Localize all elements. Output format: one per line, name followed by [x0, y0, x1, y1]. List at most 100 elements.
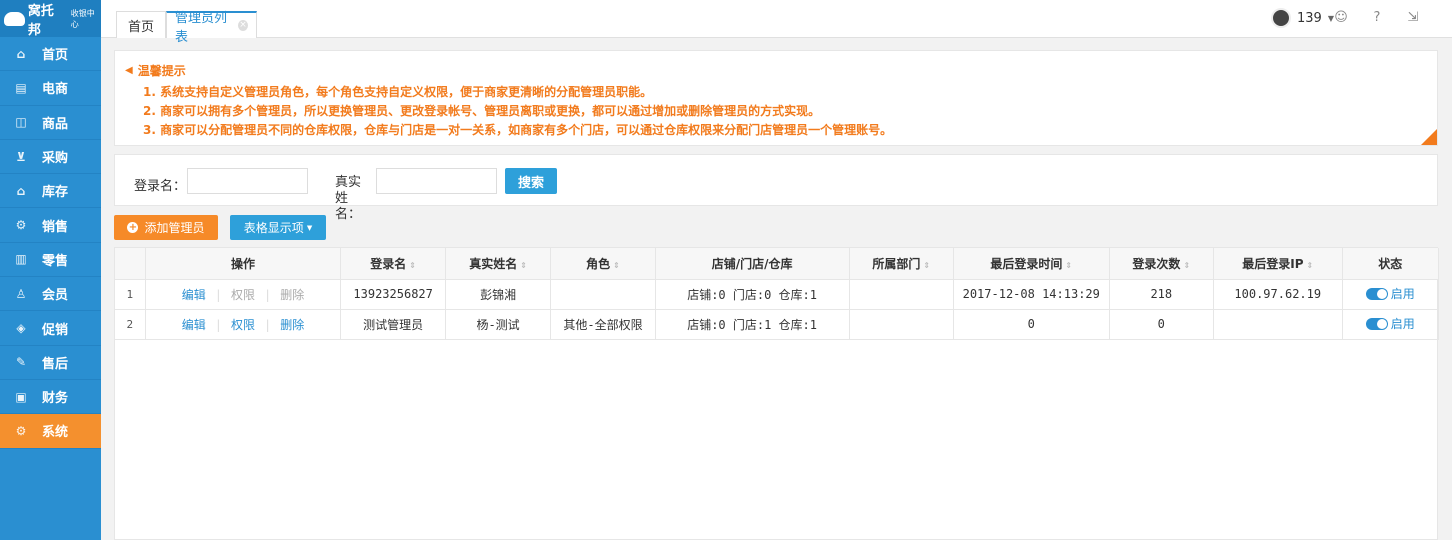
close-icon[interactable]: ×: [238, 20, 248, 31]
sidebar-item-label: 采购: [42, 151, 69, 167]
header-label: 店铺/门店/仓库: [711, 256, 793, 271]
header-store: 店铺/门店/仓库: [655, 248, 850, 280]
header-label: 登录名: [370, 256, 407, 271]
edit-link[interactable]: 编辑: [182, 318, 206, 332]
sidebar-item-home[interactable]: ⌂ 首页: [0, 37, 101, 72]
status-toggle[interactable]: 启用: [1365, 285, 1415, 302]
sidebar-item-label: 零售: [42, 253, 69, 269]
pen-icon: ✎: [15, 355, 27, 370]
add-admin-label: 添加管理员: [144, 221, 205, 235]
cell-role: [550, 279, 656, 310]
tip-line-1: 1. 系统支持自定义管理员角色，每个角色支持自定义权限，便于商家更清晰的分配管理…: [143, 85, 653, 99]
sidebar-item-promotion[interactable]: ◈ 促销: [0, 311, 101, 346]
cell-store: 店铺:0 门店:0 仓库:1: [655, 279, 850, 310]
user-menu[interactable]: 139 ▼: [1271, 8, 1334, 28]
header-ops: 操作: [145, 248, 342, 280]
sidebar-item-aftersale[interactable]: ✎ 售后: [0, 346, 101, 380]
header-label: 登录次数: [1132, 256, 1181, 271]
header-label: 最后登录时间: [990, 256, 1063, 271]
sidebar-item-retail[interactable]: ▥ 零售: [0, 243, 101, 278]
wallet-icon: ▣: [15, 389, 27, 404]
table-columns-button[interactable]: 表格显示项 ▼: [230, 215, 326, 240]
tip-panel: ◀ 温馨提示 1. 系统支持自定义管理员角色，每个角色支持自定义权限，便于商家更…: [114, 50, 1438, 146]
sidebar-item-sales[interactable]: ⚙ 销售: [0, 208, 101, 243]
gear-icon: ⚙: [15, 218, 27, 233]
cell-last-time: 0: [953, 309, 1110, 340]
sort-icon: ⇕: [520, 260, 527, 270]
help-icon[interactable]: ?: [1369, 10, 1385, 26]
logo[interactable]: 窝托邦 收银中心: [0, 0, 101, 38]
table-row: 2 编辑 | 权限 | 删除 测试管理员 杨-测试 其他-全部权限 店铺:0 门店:1 …: [115, 309, 1440, 340]
header-index: [115, 248, 146, 280]
settings-icon: ⚙: [15, 423, 27, 438]
sidebar-item-goods[interactable]: ◫ 商品: [0, 106, 101, 140]
sidebar-item-inventory[interactable]: ⌂ 库存: [0, 174, 101, 209]
login-name-input[interactable]: [187, 168, 308, 194]
cell-count: 0: [1109, 309, 1215, 340]
header-role[interactable]: 角色 ⇕: [550, 248, 656, 280]
header-label: 角色: [586, 256, 611, 271]
sidebar-item-purchase[interactable]: ⊻ 采购: [0, 140, 101, 175]
sidebar: 窝托邦 收银中心 ⌂ 首页 ▤ 电商 ◫ 商品 ⊻ 采购 ⌂ 库存 ⚙ 销售 ▥ 零售 ♙ 会员…: [0, 0, 101, 540]
tip-title-text: 温馨提示: [137, 64, 186, 78]
sidebar-item-label: 系统: [42, 425, 69, 441]
avatar: [1271, 8, 1292, 28]
row-index: 2: [115, 309, 146, 340]
tab-home[interactable]: 首页: [116, 11, 166, 38]
cell-login: 13923256827: [340, 279, 446, 310]
table-header-row: 操作 登录名 ⇕ 真实姓名 ⇕ 角色 ⇕ 店铺/门店/仓库 所属部门 ⇕ 最后登录时间 ⇕…: [115, 248, 1440, 280]
permission-link[interactable]: 权限: [231, 318, 255, 332]
sidebar-item-ecommerce[interactable]: ▤ 电商: [0, 71, 101, 106]
cell-last-time: 2017-12-08 14:13:29: [953, 279, 1110, 310]
cell-status: 启用: [1342, 309, 1440, 340]
search-button[interactable]: 搜索: [505, 168, 557, 194]
toggle-switch: [1365, 287, 1388, 300]
sidebar-item-label: 库存: [42, 185, 69, 201]
logout-icon[interactable]: ⇲: [1405, 10, 1421, 26]
sidebar-item-label: 销售: [42, 219, 69, 235]
row-ops: 编辑 | 权限 | 删除: [145, 309, 342, 340]
cell-ip: [1213, 309, 1343, 340]
cell-store: 店铺:0 门店:1 仓库:1: [655, 309, 850, 340]
tag-icon: ◈: [16, 321, 26, 336]
sort-icon: ⇕: [1306, 260, 1314, 270]
real-name-input[interactable]: [376, 168, 497, 194]
login-name-label: 登录名：: [134, 179, 187, 194]
delete-link: 删除: [280, 287, 305, 302]
status-toggle[interactable]: 启用: [1365, 315, 1415, 332]
sidebar-item-member[interactable]: ♙ 会员: [0, 277, 101, 312]
cell-ip: 100.97.62.19: [1213, 279, 1343, 310]
sidebar-item-finance[interactable]: ▣ 财务: [0, 380, 101, 415]
separator: |: [264, 287, 272, 302]
header-ip[interactable]: 最后登录IP ⇕: [1213, 248, 1343, 280]
collapse-corner-icon[interactable]: [1421, 129, 1437, 145]
document-icon: ▤: [15, 80, 27, 95]
separator: |: [264, 317, 272, 332]
sidebar-item-label: 商品: [42, 116, 69, 132]
home-icon: ⌂: [16, 46, 26, 61]
support-icon[interactable]: ☺: [1333, 10, 1349, 26]
delete-link[interactable]: 删除: [280, 318, 304, 332]
header-login[interactable]: 登录名 ⇕: [340, 248, 446, 280]
header-label: 操作: [231, 256, 256, 271]
sidebar-item-system[interactable]: ⚙ 系统: [0, 414, 101, 449]
cart-icon: ⊻: [16, 149, 26, 164]
tip-title: ◀ 温馨提示: [125, 62, 186, 79]
edit-link[interactable]: 编辑: [182, 288, 206, 302]
store-icon: ▥: [15, 252, 27, 267]
header-dept[interactable]: 所属部门 ⇕: [849, 248, 954, 280]
cell-realname: 杨-测试: [445, 309, 552, 340]
admin-table: 操作 登录名 ⇕ 真实姓名 ⇕ 角色 ⇕ 店铺/门店/仓库 所属部门 ⇕ 最后登录时间 ⇕…: [114, 247, 1440, 540]
header-status: 状态: [1342, 248, 1440, 280]
header-realname[interactable]: 真实姓名 ⇕: [445, 248, 552, 280]
toggle-switch: [1365, 317, 1388, 330]
header-last-time[interactable]: 最后登录时间 ⇕: [953, 248, 1110, 280]
cell-realname: 彭锦湘: [445, 279, 552, 310]
header-count[interactable]: 登录次数 ⇕: [1109, 248, 1215, 280]
tab-label: 首页: [127, 19, 154, 35]
row-ops: 编辑 | 权限 | 删除: [145, 279, 342, 310]
tab-admin-list[interactable]: 管理员列表 ×: [166, 11, 257, 45]
cell-dept: [849, 279, 954, 310]
add-admin-button[interactable]: + 添加管理员: [114, 215, 218, 240]
sidebar-item-label: 售后: [42, 356, 69, 372]
